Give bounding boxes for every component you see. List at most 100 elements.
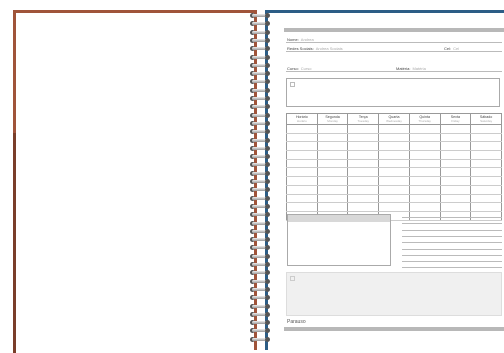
schedule-cell[interactable] [347, 150, 380, 160]
schedule-cell[interactable] [286, 150, 318, 160]
schedule-cell[interactable] [316, 124, 349, 134]
schedule-cell[interactable] [408, 202, 441, 212]
schedule-cell[interactable] [439, 133, 472, 143]
spiral-ring [248, 294, 272, 301]
schedule-cell[interactable] [286, 124, 318, 134]
schedule-cell[interactable] [439, 202, 472, 212]
spiral-ring [248, 228, 272, 235]
schedule-cell[interactable] [316, 159, 349, 169]
ruled-line[interactable] [402, 242, 502, 244]
schedule-cell[interactable] [316, 167, 349, 178]
spiral-ring [248, 336, 272, 343]
schedule-cell[interactable] [439, 150, 472, 160]
schedule-cell[interactable] [378, 124, 410, 134]
schedule-cell[interactable] [347, 159, 380, 169]
schedule-cell[interactable] [316, 202, 349, 212]
ruled-line[interactable] [402, 235, 502, 237]
spiral-ring [248, 170, 272, 177]
schedule-cell[interactable] [316, 185, 349, 195]
schedule-cell[interactable] [378, 133, 410, 143]
checkbox-icon [290, 82, 295, 87]
schedule-cell[interactable] [286, 159, 318, 169]
schedule-cell[interactable] [408, 133, 441, 143]
schedule-cell[interactable] [347, 176, 380, 186]
schedule-cell[interactable] [316, 141, 349, 152]
ruled-line[interactable] [402, 267, 502, 269]
schedule-cell[interactable] [316, 133, 349, 143]
schedule-cell[interactable] [408, 159, 441, 169]
schedule-cell[interactable] [378, 150, 410, 160]
schedule-cell[interactable] [408, 141, 441, 152]
schedule-cell[interactable] [378, 185, 410, 195]
schedule-cell[interactable] [347, 167, 380, 178]
schedule-cell[interactable] [378, 176, 410, 186]
spiral-ring [248, 137, 272, 144]
schedule-cell[interactable] [470, 176, 502, 186]
schedule-cell[interactable] [286, 194, 318, 204]
schedule-cell[interactable] [470, 159, 502, 169]
ruled-line[interactable] [402, 229, 502, 231]
schedule-cell[interactable] [439, 194, 472, 204]
ruled-line[interactable] [402, 261, 502, 263]
schedule-cell[interactable] [439, 167, 472, 178]
memo-box[interactable] [287, 214, 391, 266]
schedule-cell[interactable] [378, 167, 410, 178]
schedule-cell[interactable] [470, 141, 502, 152]
schedule-cell[interactable] [470, 150, 502, 160]
spiral-ring [248, 178, 272, 185]
schedule-cell[interactable] [470, 211, 502, 221]
bottom-notes-box[interactable] [286, 272, 502, 316]
schedule-cell[interactable] [347, 141, 380, 152]
schedule-cell[interactable] [378, 194, 410, 204]
schedule-cell[interactable] [439, 211, 472, 221]
schedule-cell[interactable] [286, 167, 318, 178]
table-row [286, 185, 502, 195]
schedule-cell[interactable] [470, 202, 502, 212]
schedule-cell[interactable] [347, 185, 380, 195]
schedule-cell[interactable] [316, 176, 349, 186]
schedule-cell[interactable] [316, 194, 349, 204]
schedule-cell[interactable] [408, 194, 441, 204]
schedule-cell[interactable] [439, 124, 472, 134]
ruled-line[interactable] [402, 223, 502, 225]
schedule-cell[interactable] [408, 150, 441, 160]
schedule-cell[interactable] [378, 202, 410, 212]
schedule-cell[interactable] [408, 176, 441, 186]
spiral-ring [248, 161, 272, 168]
schedule-cell[interactable] [470, 133, 502, 143]
ruled-line[interactable] [402, 254, 502, 256]
ruled-line[interactable] [402, 248, 502, 250]
schedule-cell[interactable] [286, 133, 318, 143]
schedule-cell[interactable] [408, 167, 441, 178]
spiral-ring [248, 37, 272, 44]
schedule-cell[interactable] [286, 202, 318, 212]
schedule-cell[interactable] [378, 141, 410, 152]
spiral-ring [248, 278, 272, 285]
schedule-cell[interactable] [408, 185, 441, 195]
schedule-cell[interactable] [470, 194, 502, 204]
schedule-cell[interactable] [347, 133, 380, 143]
schedule-cell[interactable] [439, 159, 472, 169]
ruled-line[interactable] [402, 217, 502, 218]
schedule-day-header: Sábado Saturday [470, 113, 502, 125]
spiral-ring [248, 20, 272, 27]
schedule-cell[interactable] [439, 176, 472, 186]
notes-box[interactable] [286, 78, 500, 107]
schedule-cell[interactable] [347, 124, 380, 134]
schedule-cell[interactable] [347, 194, 380, 204]
schedule-cell[interactable] [286, 185, 318, 195]
schedule-cell[interactable] [286, 176, 318, 186]
schedule-cell[interactable] [378, 159, 410, 169]
schedule-cell[interactable] [470, 124, 502, 134]
schedule-cell[interactable] [408, 124, 441, 134]
schedule-cell[interactable] [316, 150, 349, 160]
schedule-cell[interactable] [470, 167, 502, 178]
schedule-cell[interactable] [347, 202, 380, 212]
schedule-cell[interactable] [470, 185, 502, 195]
schedule-cell[interactable] [439, 185, 472, 195]
table-row [286, 150, 502, 160]
schedule-cell[interactable] [408, 211, 441, 221]
schedule-cell[interactable] [286, 141, 318, 152]
schedule-cell[interactable] [439, 141, 472, 152]
spiral-ring [248, 12, 272, 19]
